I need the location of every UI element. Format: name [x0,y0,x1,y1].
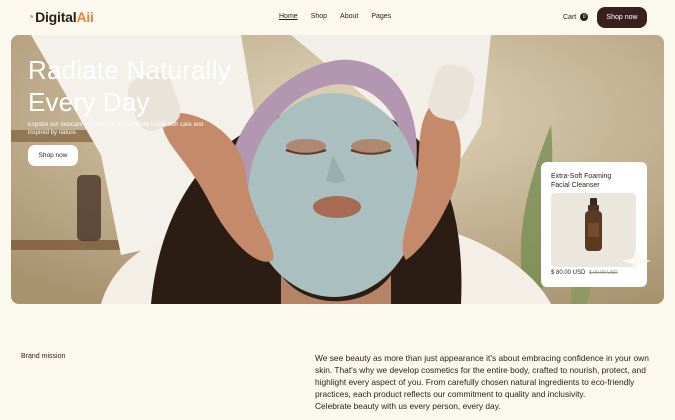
logo[interactable]: ◔ Digital Aii [27,9,94,25]
hero-subtitle: Explore our skincare must-haves, thought… [28,122,204,136]
cart-label: Cart [563,13,577,21]
top-nav: ◔ Digital Aii Home Shop About Pages Cart … [0,0,675,35]
logo-main-text: Digital [35,9,77,25]
logo-icon: ◔ [27,10,35,24]
cart-link[interactable]: Cart 0 [563,13,589,21]
product-name: Extra-Soft Foaming Facial Cleanser [551,173,612,189]
product-current-price: $ 80.00 USD [551,270,586,276]
main-menu: Home Shop About Pages [279,13,404,20]
hero-shop-now-button[interactable]: Shop now [28,145,78,166]
cart-count-badge: 0 [580,13,589,21]
sparkle-icon [621,246,651,276]
hero-title: Radiate Naturally Every Day [28,55,231,117]
mission-text: We see beauty as more than just appearan… [315,353,649,399]
nav-shop-now-button[interactable]: Shop now [597,7,647,28]
product-price: $ 80.00 USD $ 99.00 USD [551,270,618,276]
product-old-price: $ 99.00 USD [589,270,618,276]
logo-accent-text: Aii [76,9,94,25]
mission-label: Brand mission [21,353,66,360]
nav-link-home[interactable]: Home [279,13,298,20]
mission-tagline: Celebrate beauty with us every person, e… [315,401,501,411]
hero-banner: Radiate Naturally Every Day Explore our … [11,35,664,304]
nav-link-about[interactable]: About [340,13,358,20]
nav-link-shop[interactable]: Shop [311,13,327,20]
nav-link-pages[interactable]: Pages [371,13,391,20]
